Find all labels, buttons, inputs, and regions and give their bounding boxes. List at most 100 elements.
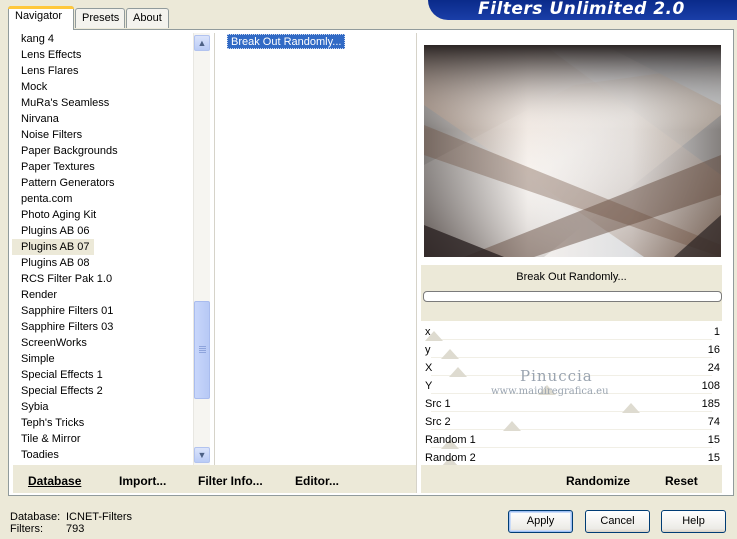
scroll-down-button[interactable]: ▼: [194, 447, 210, 463]
apply-button-label: Apply: [526, 515, 555, 527]
category-item[interactable]: Simple: [12, 351, 193, 367]
filter-info-button[interactable]: Filter Info...: [198, 474, 263, 488]
category-item[interactable]: Teph's Tricks: [12, 415, 193, 431]
category-item[interactable]: Render: [12, 287, 193, 303]
tab-presets-label: Presets: [82, 12, 120, 24]
import-button-label: Import...: [119, 474, 167, 488]
database-button-label: Database: [28, 474, 82, 488]
parameter-value: 1: [713, 326, 720, 338]
watermark-name: Pinuccia: [520, 367, 593, 385]
category-item[interactable]: Special Effects 1: [12, 367, 193, 383]
parameter-value: 24: [707, 362, 720, 374]
import-button[interactable]: Import...: [119, 474, 166, 488]
scroll-thumb[interactable]: [194, 301, 210, 399]
category-item[interactable]: Sapphire Filters 03: [12, 319, 193, 335]
cancel-button[interactable]: Cancel: [585, 510, 650, 533]
slider-handle[interactable]: [449, 367, 468, 377]
filter-item-selected[interactable]: Break Out Randomly...: [227, 34, 346, 49]
chevron-down-icon: ▼: [197, 450, 207, 460]
category-item[interactable]: kang 4: [12, 31, 193, 47]
tab-about-label: About: [133, 12, 162, 24]
tab-presets[interactable]: Presets: [75, 8, 125, 28]
slider-track[interactable]: [431, 339, 712, 340]
panel-divider: [416, 33, 417, 493]
parameter-row[interactable]: Src 2 74: [421, 413, 722, 431]
parameter-name: Src 1: [425, 398, 451, 410]
grip-line: [199, 352, 206, 353]
category-item[interactable]: Plugins AB 08: [12, 255, 193, 271]
tab-about[interactable]: About: [126, 8, 169, 28]
parameter-row[interactable]: y 16: [421, 341, 722, 359]
parameter-value: 15: [707, 434, 720, 446]
watermark-site: www.maidiregrafica.eu: [491, 386, 609, 397]
category-item[interactable]: Plugins AB 06: [12, 223, 193, 239]
randomize-button[interactable]: Randomize: [566, 474, 630, 488]
slider-track[interactable]: [431, 411, 712, 412]
chevron-up-icon: ▲: [197, 38, 207, 48]
category-item[interactable]: Sapphire Filters 01: [12, 303, 193, 319]
parameter-row[interactable]: Random 1 15: [421, 431, 722, 449]
category-item[interactable]: Nirvana: [12, 111, 193, 127]
category-item[interactable]: Plugins AB 07: [12, 239, 94, 255]
filters-count-label: Filters:: [10, 523, 43, 535]
parameter-name: Y: [425, 380, 433, 392]
slider-handle[interactable]: [503, 421, 522, 431]
reset-button-label: Reset: [665, 474, 698, 488]
parameter-value: 74: [707, 416, 720, 428]
slider-track[interactable]: [431, 357, 712, 358]
category-list[interactable]: kang 4 Lens Effects Lens Flares Mock MuRa's …: [12, 31, 193, 463]
parameter-row[interactable]: Src 1 185: [421, 395, 722, 413]
app-title: Filters Unlimited 2.0: [478, 0, 685, 19]
preview-image: [424, 45, 721, 257]
parameter-name: Src 2: [425, 416, 451, 428]
category-item[interactable]: penta.com: [12, 191, 193, 207]
tab-navigator-label: Navigator: [15, 10, 63, 22]
database-value: ICNET-Filters: [66, 511, 132, 523]
grip-line: [199, 350, 206, 351]
progress-bar: [423, 291, 722, 302]
filters-count-value: 793: [66, 523, 85, 535]
category-item[interactable]: Paper Backgrounds: [12, 143, 193, 159]
help-button-label: Help: [682, 515, 705, 527]
preview-pattern: [424, 45, 721, 257]
category-item[interactable]: Mock: [12, 79, 193, 95]
slider-handle[interactable]: [622, 403, 641, 413]
slider-track[interactable]: [431, 429, 712, 430]
preview-filter-name: Break Out Randomly...: [516, 271, 627, 283]
category-item[interactable]: Tile & Mirror: [12, 431, 193, 447]
grip-line: [199, 348, 206, 349]
category-item[interactable]: RCS Filter Pak 1.0: [12, 271, 193, 287]
category-item[interactable]: Noise Filters: [12, 127, 193, 143]
editor-button[interactable]: Editor...: [295, 474, 339, 488]
category-item[interactable]: Paper Textures: [12, 159, 193, 175]
parameter-value: 108: [701, 380, 720, 392]
database-button[interactable]: Database: [28, 474, 81, 488]
help-button[interactable]: Help: [661, 510, 726, 533]
category-item[interactable]: Sybia: [12, 399, 193, 415]
parameter-value: 16: [707, 344, 720, 356]
scroll-up-button[interactable]: ▲: [194, 35, 210, 51]
parameter-name: y: [425, 344, 431, 356]
parameter-row[interactable]: x1: [421, 323, 722, 341]
slider-handle[interactable]: [441, 349, 460, 359]
reset-button[interactable]: Reset: [665, 474, 698, 488]
randomize-button-label: Randomize: [566, 474, 631, 488]
category-item[interactable]: Special Effects 2: [12, 383, 193, 399]
category-item[interactable]: Lens Effects: [12, 47, 193, 63]
parameter-name: X: [425, 362, 433, 374]
category-item[interactable]: ScreenWorks: [12, 335, 193, 351]
grip-line: [199, 346, 206, 347]
parameter-name: Random 1: [425, 434, 476, 446]
category-item[interactable]: Toadies: [12, 447, 193, 463]
category-item[interactable]: Lens Flares: [12, 63, 193, 79]
category-scrollbar[interactable]: ▲ ▼: [193, 33, 210, 465]
apply-button[interactable]: Apply: [508, 510, 573, 533]
filter-info-button-label: Filter Info...: [198, 474, 263, 488]
category-item[interactable]: Pattern Generators: [12, 175, 193, 191]
database-label: Database:: [10, 511, 61, 523]
category-item[interactable]: Photo Aging Kit: [12, 207, 193, 223]
category-item[interactable]: MuRa's Seamless: [12, 95, 193, 111]
list-divider: [214, 33, 215, 465]
editor-button-label: Editor...: [295, 474, 340, 488]
tab-navigator[interactable]: Navigator: [8, 6, 74, 30]
